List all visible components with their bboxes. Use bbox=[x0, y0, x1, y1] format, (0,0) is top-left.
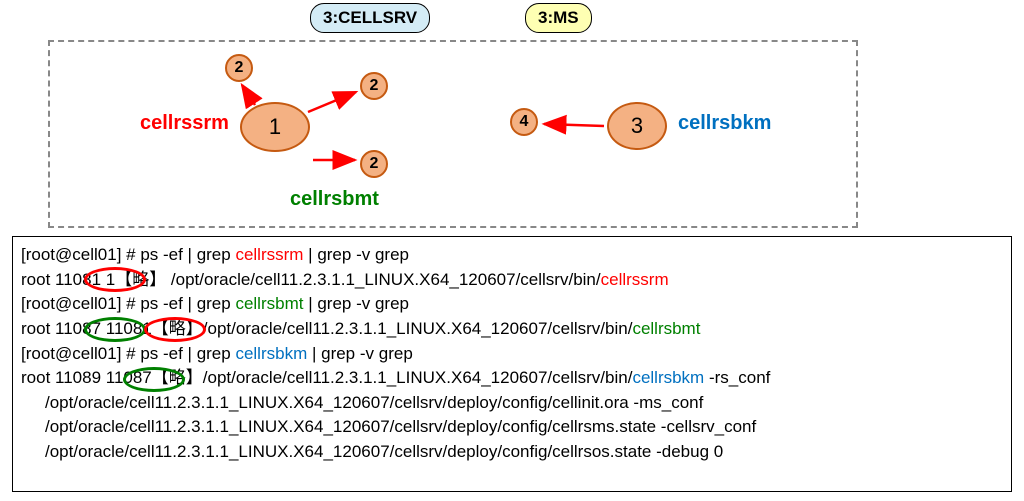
out-1-a: root 11081 1【略】 /opt/oracle/cell11.2.3.1… bbox=[21, 270, 601, 289]
cmd-2: [root@cell01] # ps -ef | grep cellrsbmt … bbox=[21, 292, 1003, 317]
cmd-3-prefix: [root@cell01] # ps -ef | grep bbox=[21, 344, 235, 363]
out-2: root 11087 11081【略】/opt/oracle/cell11.2.… bbox=[21, 317, 1003, 342]
cmd-3-suffix: | grep -v grep bbox=[307, 344, 413, 363]
out-3-b: cellrsbkm bbox=[632, 368, 704, 387]
out-1-b: cellrssrm bbox=[601, 270, 669, 289]
out-3-cont1: /opt/oracle/cell11.2.3.1.1_LINUX.X64_120… bbox=[21, 391, 1003, 416]
cmd-3: [root@cell01] # ps -ef | grep cellrsbkm … bbox=[21, 342, 1003, 367]
cmd-2-proc: cellrsbmt bbox=[235, 294, 303, 313]
cmd-2-suffix: | grep -v grep bbox=[303, 294, 409, 313]
out-2-b: cellrsbmt bbox=[632, 319, 700, 338]
diagram-area: 3:CELLSRV 3:MS 1 3 2 2 2 4 cellrssrm cel… bbox=[0, 0, 1024, 235]
cmd-2-prefix: [root@cell01] # ps -ef | grep bbox=[21, 294, 235, 313]
cmd-1-prefix: [root@cell01] # ps -ef | grep bbox=[21, 245, 235, 264]
out-3-cont3: /opt/oracle/cell11.2.3.1.1_LINUX.X64_120… bbox=[21, 440, 1003, 465]
out-3: root 11089 11087【略】/opt/oracle/cell11.2.… bbox=[21, 366, 1003, 391]
cmd-1-proc: cellrssrm bbox=[235, 245, 303, 264]
terminal-output: [root@cell01] # ps -ef | grep cellrssrm … bbox=[12, 236, 1012, 492]
out-1: root 11081 1【略】 /opt/oracle/cell11.2.3.1… bbox=[21, 268, 1003, 293]
out-3-c: -rs_conf bbox=[704, 368, 770, 387]
arrows-svg bbox=[0, 0, 1024, 235]
cmd-3-proc: cellrsbkm bbox=[235, 344, 307, 363]
cmd-1: [root@cell01] # ps -ef | grep cellrssrm … bbox=[21, 243, 1003, 268]
cmd-1-suffix: | grep -v grep bbox=[303, 245, 409, 264]
out-3-a: root 11089 11087【略】/opt/oracle/cell11.2.… bbox=[21, 368, 632, 387]
out-3-cont2: /opt/oracle/cell11.2.3.1.1_LINUX.X64_120… bbox=[21, 415, 1003, 440]
out-2-a: root 11087 11081【略】/opt/oracle/cell11.2.… bbox=[21, 319, 632, 338]
